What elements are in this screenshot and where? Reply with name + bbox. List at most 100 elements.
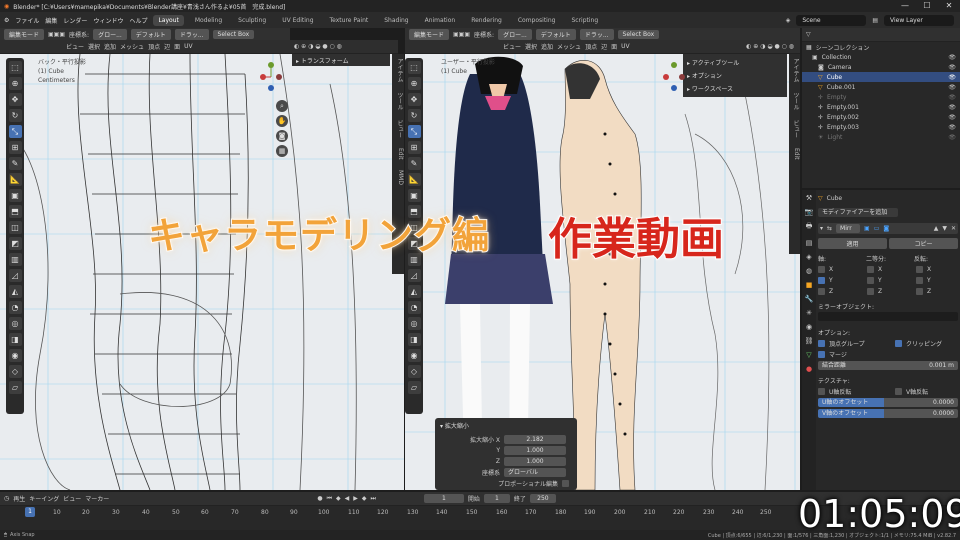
pan-hand-icon[interactable]: ✋ xyxy=(276,115,288,127)
visibility-eye-icon[interactable]: 👁 xyxy=(948,54,956,61)
spin-tool-icon[interactable]: ◔ xyxy=(8,301,22,314)
right-select-box-dropdown[interactable]: Select Box xyxy=(617,30,660,39)
tab-modeling[interactable]: Modeling xyxy=(190,15,227,26)
right-tab-item[interactable]: アイテム xyxy=(789,58,800,82)
menu-window[interactable]: ウィンドウ xyxy=(93,16,123,25)
tab-sculpting[interactable]: Sculpting xyxy=(233,15,271,26)
axis-z-checkbox[interactable] xyxy=(818,288,825,295)
left-menu-add[interactable]: 追加 xyxy=(104,42,116,51)
knife-tool-icon[interactable]: ◿ xyxy=(407,269,421,282)
add-cube-tool-icon[interactable]: ▣ xyxy=(407,189,421,202)
constraints-tab-icon[interactable]: ⛓ xyxy=(805,337,814,345)
flip-x-checkbox[interactable] xyxy=(916,266,923,273)
material-tab-icon[interactable]: ● xyxy=(806,365,812,373)
bisect-z-checkbox[interactable] xyxy=(867,288,874,295)
tab-compositing[interactable]: Compositing xyxy=(513,15,561,26)
tab-uv-editing[interactable]: UV Editing xyxy=(277,15,318,26)
render-tab-icon[interactable]: 📷 xyxy=(805,208,814,216)
bisect-y-checkbox[interactable] xyxy=(867,277,874,284)
outliner-filter-icon[interactable]: ▽ xyxy=(806,31,811,38)
rip-tool-icon[interactable]: ▱ xyxy=(8,381,22,394)
modifier-name-field[interactable]: Mirr xyxy=(836,224,861,233)
modifier-tab-icon[interactable]: 🔧 xyxy=(805,295,814,303)
jump-end-icon[interactable]: ⏭ xyxy=(370,495,375,503)
outliner-row[interactable]: ✛ Empty.001 👁 xyxy=(802,102,960,112)
tab-scripting[interactable]: Scripting xyxy=(566,15,603,26)
left-tab-tool[interactable]: ツール xyxy=(392,92,404,110)
play-icon[interactable]: ▶ xyxy=(353,495,358,502)
tool-tab-icon[interactable]: ⚒ xyxy=(806,194,812,202)
right-select-mode-icons[interactable]: ▣▣▣ xyxy=(453,31,470,38)
shrink-tool-icon[interactable]: ◉ xyxy=(407,349,421,362)
timeline-menu-playback[interactable]: 再生 xyxy=(13,494,25,503)
flip-z-checkbox[interactable] xyxy=(916,288,923,295)
active-tool-panel[interactable]: ▸ アクティブツール xyxy=(683,56,787,69)
left-tab-edit[interactable]: Edit xyxy=(392,148,404,160)
scale-z-field[interactable]: 1.000 xyxy=(504,457,566,466)
clipping-checkbox[interactable] xyxy=(895,340,902,347)
cursor-tool-icon[interactable]: ⊕ xyxy=(8,77,22,90)
move-tool-icon[interactable]: ✥ xyxy=(407,93,421,106)
right-transform-dropdown[interactable]: グロー... xyxy=(498,29,532,40)
add-modifier-dropdown[interactable]: モディファイアーを追加 xyxy=(818,208,898,217)
particles-tab-icon[interactable]: ✳ xyxy=(806,309,812,317)
right-tab-edit[interactable]: Edit xyxy=(789,148,800,160)
left-overlay-toggles[interactable]: ◐ ⊕ ◑ ◒ ● ○ ◍ xyxy=(294,43,342,50)
rotate-tool-icon[interactable]: ↻ xyxy=(8,109,22,122)
flip-y-checkbox[interactable] xyxy=(916,277,923,284)
cursor-tool-icon[interactable]: ⊕ xyxy=(407,77,421,90)
left-tab-mmd[interactable]: MMD xyxy=(392,170,404,185)
right-menu-edge[interactable]: 辺 xyxy=(601,42,607,51)
minimize-button[interactable]: — xyxy=(894,0,916,12)
visibility-eye-icon[interactable]: 👁 xyxy=(948,114,956,121)
outliner-row[interactable]: ✛ Empty.003 👁 xyxy=(802,122,960,132)
visibility-eye-icon[interactable]: 👁 xyxy=(948,104,956,111)
visibility-eye-icon[interactable]: 👁 xyxy=(948,74,956,81)
annotate-tool-icon[interactable]: ✎ xyxy=(8,157,22,170)
scale-x-field[interactable]: 2.182 xyxy=(504,435,566,444)
timeline-menu-view[interactable]: ビュー xyxy=(63,494,81,503)
timeline-playhead[interactable]: 1 xyxy=(25,507,35,517)
bevel-tool-icon[interactable]: ◩ xyxy=(8,237,22,250)
rip-tool-icon[interactable]: ▱ xyxy=(407,381,421,394)
left-viewport[interactable]: バック・平行投影 (1) Cube Centimeters ⬚ ⊕ ✥ ↻ ⤡ … xyxy=(0,54,404,490)
data-tab-icon[interactable]: ▽ xyxy=(806,351,811,359)
left-menu-select[interactable]: 選択 xyxy=(88,42,100,51)
measure-tool-icon[interactable]: 📐 xyxy=(407,173,421,186)
view-layer-tab-icon[interactable]: ▤ xyxy=(806,239,813,247)
outliner-row[interactable]: ◙ Camera 👁 xyxy=(802,62,960,72)
scene-collection-row[interactable]: ▦ シーンコレクション xyxy=(802,42,960,52)
outliner-row[interactable]: ▽ Cube.001 👁 xyxy=(802,82,960,92)
move-up-icon[interactable]: ▲ xyxy=(934,225,939,232)
move-tool-icon[interactable]: ✥ xyxy=(8,93,22,106)
tab-animation[interactable]: Animation xyxy=(420,15,461,26)
smooth-tool-icon[interactable]: ◎ xyxy=(8,317,22,330)
u-offset-field[interactable]: 0.0000 xyxy=(884,398,958,407)
outliner-row[interactable]: ▣ Collection 👁 xyxy=(802,52,960,62)
left-tab-item[interactable]: アイテム xyxy=(392,58,404,82)
mirror-object-field[interactable] xyxy=(818,312,958,321)
visibility-eye-icon[interactable]: 👁 xyxy=(948,94,956,101)
right-menu-uv[interactable]: UV xyxy=(621,43,630,50)
spin-tool-icon[interactable]: ◔ xyxy=(407,301,421,314)
edit-mode-toggle-icon[interactable]: ▣ xyxy=(864,225,870,232)
rotate-tool-icon[interactable]: ↻ xyxy=(407,109,421,122)
axis-y-checkbox[interactable] xyxy=(818,277,825,284)
next-key-icon[interactable]: ◆ xyxy=(362,495,367,502)
timeline-menu-keying[interactable]: キーイング xyxy=(29,494,59,503)
edge-slide-tool-icon[interactable]: ◨ xyxy=(407,333,421,346)
scale-tool-icon[interactable]: ⤡ xyxy=(8,125,22,138)
right-viewport[interactable]: ユーザー・平行投影 (1) Cube ⬚ ⊕ ✥ ↻ ⤡ ⊞ ✎ 📐 ▣ ⬒ ◫… xyxy=(405,54,800,490)
smooth-tool-icon[interactable]: ◎ xyxy=(407,317,421,330)
outliner-row[interactable]: ▽ Cube 👁 xyxy=(802,72,960,82)
scale-y-field[interactable]: 1.000 xyxy=(504,446,566,455)
proportional-edit-checkbox[interactable] xyxy=(562,480,569,487)
shear-tool-icon[interactable]: ◇ xyxy=(407,365,421,378)
tab-layout[interactable]: Layout xyxy=(153,14,184,26)
left-select-mode-icons[interactable]: ▣▣▣ xyxy=(48,31,65,38)
transform-tool-icon[interactable]: ⊞ xyxy=(8,141,22,154)
visibility-eye-icon[interactable]: 👁 xyxy=(948,84,956,91)
close-button[interactable]: ✕ xyxy=(938,0,960,12)
edge-slide-tool-icon[interactable]: ◨ xyxy=(8,333,22,346)
v-offset-field[interactable]: 0.0000 xyxy=(884,409,958,418)
